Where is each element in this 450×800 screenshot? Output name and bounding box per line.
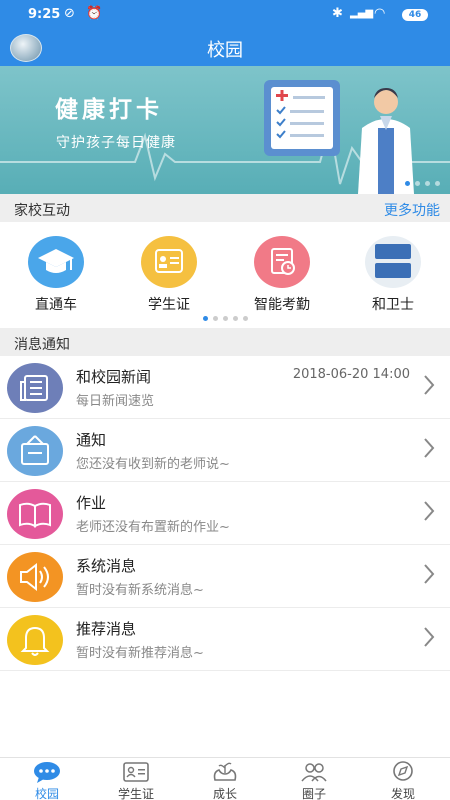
message-subtitle: 老师还没有布置新的作业~ [76,520,230,535]
pager-dot [435,181,440,186]
quick-item-label: 智能考勤 [254,297,310,313]
chevron-right-icon [424,501,435,521]
banner-title: 健康打卡 [55,97,163,123]
nav-campus[interactable]: 校园 [12,760,82,800]
banner-pager [405,181,440,186]
message-subtitle: 每日新闻速览 [76,394,155,409]
chevron-right-icon [424,627,435,647]
pager-dot [212,316,218,321]
message-title: 推荐消息 [76,620,137,638]
speaker-icon [7,552,63,602]
top-bar: 9:25 ⊘ ⏰ ✱ ▂▄▆ ◠ 46 校园 [0,0,450,66]
pager-dot [425,181,430,186]
quick-item-label: 直通车 [35,297,77,313]
quick-pager [0,316,450,321]
message-title: 作业 [76,494,107,512]
chat-bubble-icon [34,762,60,783]
more-functions-link[interactable]: 更多功能 [384,200,440,220]
pager-dot [202,316,208,321]
health-checkin-banner[interactable]: 健康打卡 守护孩子每日健康 [0,66,450,194]
pager-dot [242,316,248,321]
quick-item-label: 学生证 [148,297,190,313]
battery-icon: 46 [402,9,428,21]
quick-functions: 直通车 学生证 智能考勤 和卫士 [0,222,450,328]
people-icon [301,763,327,782]
nav-label: 成长 [212,787,237,800]
quick-item-attendance[interactable]: 智能考勤 [237,236,327,314]
message-list: 和校园新闻 每日新闻速览 2018-06-20 14:00 通知 您还没有收到新… [0,356,450,671]
pager-dot [405,181,410,186]
pager-dot [415,181,420,186]
message-subtitle: 暂时没有新推荐消息~ [76,646,204,661]
pager-dot [222,316,228,321]
pager-dot [232,316,238,321]
message-title: 通知 [76,431,107,449]
banner-illustration [0,80,450,194]
status-bar: 9:25 ⊘ ⏰ ✱ ▂▄▆ ◠ 46 [0,0,450,30]
bluetooth-icon: ✱ [332,6,343,21]
alarm-icon: ⏰ [86,6,103,21]
status-time: 9:25 [28,7,61,22]
message-date: 2018-06-20 14:00 [292,367,410,382]
wifi-icon: ◠ [374,6,386,21]
discover-icon [393,761,413,781]
message-item-homework[interactable]: 作业 老师还没有布置新的作业~ [0,482,450,545]
message-item-system[interactable]: 系统消息 暂时没有新系统消息~ [0,545,450,608]
quick-item-direct[interactable]: 直通车 [11,236,101,314]
nav-discover[interactable]: 发现 [368,760,438,800]
signal-icon: ▂▄▆ [350,8,374,19]
quick-item-student-card[interactable]: 学生证 [124,236,214,314]
bottom-nav: 校园 学生证 成长 圈子 发现 [0,757,450,800]
notice-board-icon [7,426,63,476]
nav-label: 校园 [34,787,59,800]
banner-subtitle: 守护孩子每日健康 [56,135,176,151]
id-card-icon [141,236,197,288]
location-online-icon [365,236,421,288]
nav-circle[interactable]: 圈子 [279,760,349,800]
bell-icon [7,615,63,665]
nav-label: 圈子 [301,787,326,800]
mute-icon: ⊘ [64,6,75,21]
newspaper-icon [7,363,63,413]
chevron-right-icon [424,564,435,584]
chevron-right-icon [424,375,435,395]
interaction-section-header: 家校互动 更多功能 [0,194,450,222]
growth-hands-icon [213,762,237,781]
quick-item-guardian[interactable]: 和卫士 [348,236,438,314]
attendance-icon [254,236,310,288]
chevron-right-icon [424,438,435,458]
page-title: 校园 [207,40,243,61]
message-item-recommend[interactable]: 推荐消息 暂时没有新推荐消息~ [0,608,450,671]
nav-label: 学生证 [117,787,154,800]
message-title: 和校园新闻 [76,368,152,386]
message-title: 系统消息 [76,557,137,575]
graduation-cap-icon [28,236,84,288]
interaction-section-title: 家校互动 [14,203,70,219]
messages-section-title: 消息通知 [14,337,70,353]
message-subtitle: 暂时没有新系统消息~ [76,583,204,598]
nav-student-card[interactable]: 学生证 [101,760,171,800]
id-card-icon [123,762,149,782]
book-icon [7,489,63,539]
message-item-notice[interactable]: 通知 您还没有收到新的老师说~ [0,419,450,482]
message-subtitle: 您还没有收到新的老师说~ [76,457,230,472]
nav-label: 发现 [390,787,415,800]
message-item-news[interactable]: 和校园新闻 每日新闻速览 2018-06-20 14:00 [0,356,450,419]
quick-item-label: 和卫士 [372,297,414,313]
messages-section-header: 消息通知 [0,328,450,356]
nav-growth[interactable]: 成长 [190,760,260,800]
